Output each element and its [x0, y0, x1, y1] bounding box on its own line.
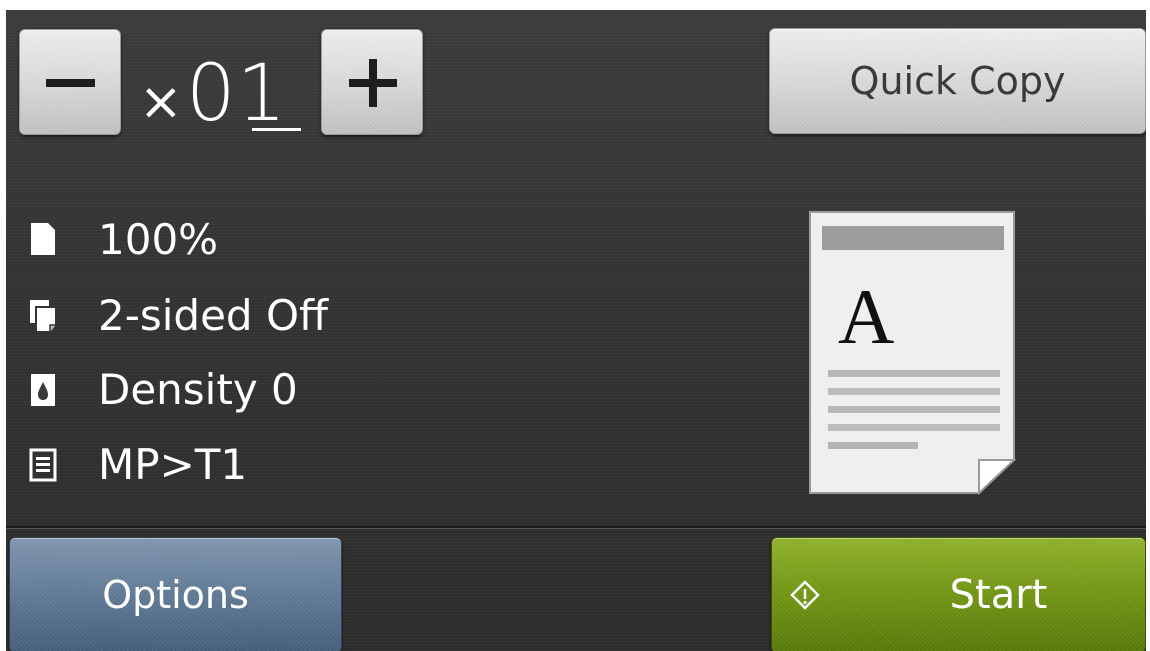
copy-screen: × 01 Quick Copy 100% 2-sided Off Density… — [6, 10, 1146, 651]
duplex-pages-icon — [30, 300, 57, 333]
quick-copy-button[interactable]: Quick Copy — [769, 28, 1146, 134]
minus-icon — [46, 79, 95, 87]
options-label: Options — [102, 573, 249, 617]
start-label: Start — [949, 572, 1048, 618]
preview-letter: A — [838, 273, 894, 360]
ink-drop-icon — [31, 374, 55, 406]
zoom-value: 100% — [98, 215, 219, 264]
density-value: Density 0 — [98, 365, 298, 414]
quick-copy-label: Quick Copy — [849, 59, 1066, 103]
start-diamond-icon — [790, 580, 820, 610]
multiplier-symbol: × — [139, 72, 183, 132]
document-preview-icon: A — [809, 211, 1017, 495]
paper-tray-icon — [29, 448, 57, 482]
copy-count-display: × 01 — [136, 32, 311, 138]
setting-tray: MP>T1 — [24, 435, 424, 495]
page-icon — [31, 223, 55, 255]
options-button[interactable]: Options — [9, 537, 342, 651]
tray-value: MP>T1 — [98, 440, 248, 489]
copy-count-value: 01 — [186, 49, 288, 139]
start-button[interactable]: Start — [771, 537, 1146, 651]
setting-zoom: 100% — [24, 210, 424, 270]
decrease-copies-button[interactable] — [19, 29, 121, 135]
increase-copies-button[interactable] — [321, 29, 423, 135]
setting-density: Density 0 — [24, 360, 424, 420]
footer-divider — [6, 526, 1146, 529]
setting-duplex: 2-sided Off — [24, 286, 424, 346]
input-cursor — [252, 128, 301, 131]
duplex-value: 2-sided Off — [98, 291, 328, 340]
